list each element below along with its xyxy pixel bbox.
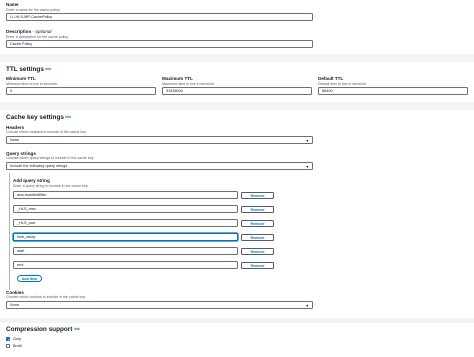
general-panel: Name Enter a name for the cache policy. … [0, 0, 474, 54]
name-input[interactable]: LL-HLS-MP-CachePolicy [6, 13, 313, 21]
remove-query-string-button[interactable]: Remove [241, 205, 274, 213]
default-ttl-input[interactable]: 86400 [318, 86, 468, 95]
ttl-panel: TTL settings Info Minimum TTL Minimum tim… [0, 62, 474, 102]
min-ttl-label: Minimum TTL [6, 76, 36, 81]
name-label: Name [6, 2, 19, 7]
min-ttl-input[interactable]: 0 [6, 86, 156, 95]
max-ttl-label: Maximum TTL [162, 76, 193, 81]
query-string-input[interactable]: end [13, 261, 238, 269]
min-ttl-hint: Minimum time to live in seconds. [6, 81, 58, 86]
cache-key-panel: Cache key settings Info Headers Choose wh… [0, 110, 474, 318]
description-hint: Enter a description for the cache policy… [6, 34, 69, 39]
query-strings-hint: Choose which query strings to include in… [6, 156, 95, 160]
compression-panel: Compression supportInfo Gzip Brotli [0, 323, 474, 357]
cache-key-info-link[interactable]: Info [65, 115, 71, 119]
compression-title: Compression support Info [6, 326, 80, 334]
query-string-input[interactable]: aws.manifestfilter [13, 191, 238, 199]
query-string-input[interactable]: _HLS_msn [13, 205, 238, 213]
compression-info-link[interactable]: Info [74, 327, 80, 331]
headers-hint: Choose which headers to include in the c… [6, 130, 87, 134]
chevron-down-icon: ▼ [305, 164, 309, 169]
add-query-string-label: Add query string [13, 178, 50, 183]
gzip-label: Gzip [13, 337, 21, 342]
remove-query-string-button[interactable]: Remove [241, 247, 274, 255]
brotli-checkbox[interactable] [6, 344, 11, 349]
remove-query-string-button[interactable]: Remove [241, 219, 274, 227]
max-ttl-hint: Maximum time to live in seconds. [162, 81, 215, 86]
remove-query-string-button[interactable]: Remove [241, 233, 274, 241]
query-string-input[interactable]: _HLS_part [13, 219, 238, 227]
brotli-label: Brotli [13, 344, 22, 349]
cookies-hint: Choose which cookies to include in the c… [6, 295, 86, 299]
query-string-group-border [9, 173, 10, 290]
chevron-down-icon: ▼ [305, 303, 309, 308]
cache-key-title: Cache key settings Info [6, 114, 72, 122]
chevron-down-icon: ▼ [305, 138, 309, 143]
remove-query-string-button[interactable]: Remove [241, 261, 274, 269]
cookies-select[interactable]: None ▼ [6, 301, 313, 309]
add-item-button[interactable]: Add item [17, 275, 42, 282]
description-label: Description - optional [6, 29, 52, 34]
remove-query-string-button[interactable]: Remove [241, 191, 274, 199]
description-input[interactable]: Cache Policy [6, 40, 313, 48]
gzip-checkbox[interactable] [6, 337, 11, 342]
query-string-input[interactable]: start [13, 247, 238, 255]
max-ttl-input[interactable]: 31536000 [162, 86, 312, 95]
query-strings-select[interactable]: Include the following query strings ▼ [6, 162, 313, 170]
default-ttl-label: Default TTL [318, 76, 344, 81]
query-string-input[interactable]: time_delay [13, 233, 238, 241]
ttl-title: TTL settings Info [6, 66, 52, 74]
default-ttl-hint: Default time to live in seconds. [318, 81, 367, 86]
ttl-info-link[interactable]: Info [45, 67, 51, 71]
add-query-string-hint: Enter a query string to include in the c… [13, 183, 89, 188]
name-hint: Enter a name for the cache policy. [6, 7, 61, 12]
headers-select[interactable]: None ▼ [6, 136, 313, 144]
